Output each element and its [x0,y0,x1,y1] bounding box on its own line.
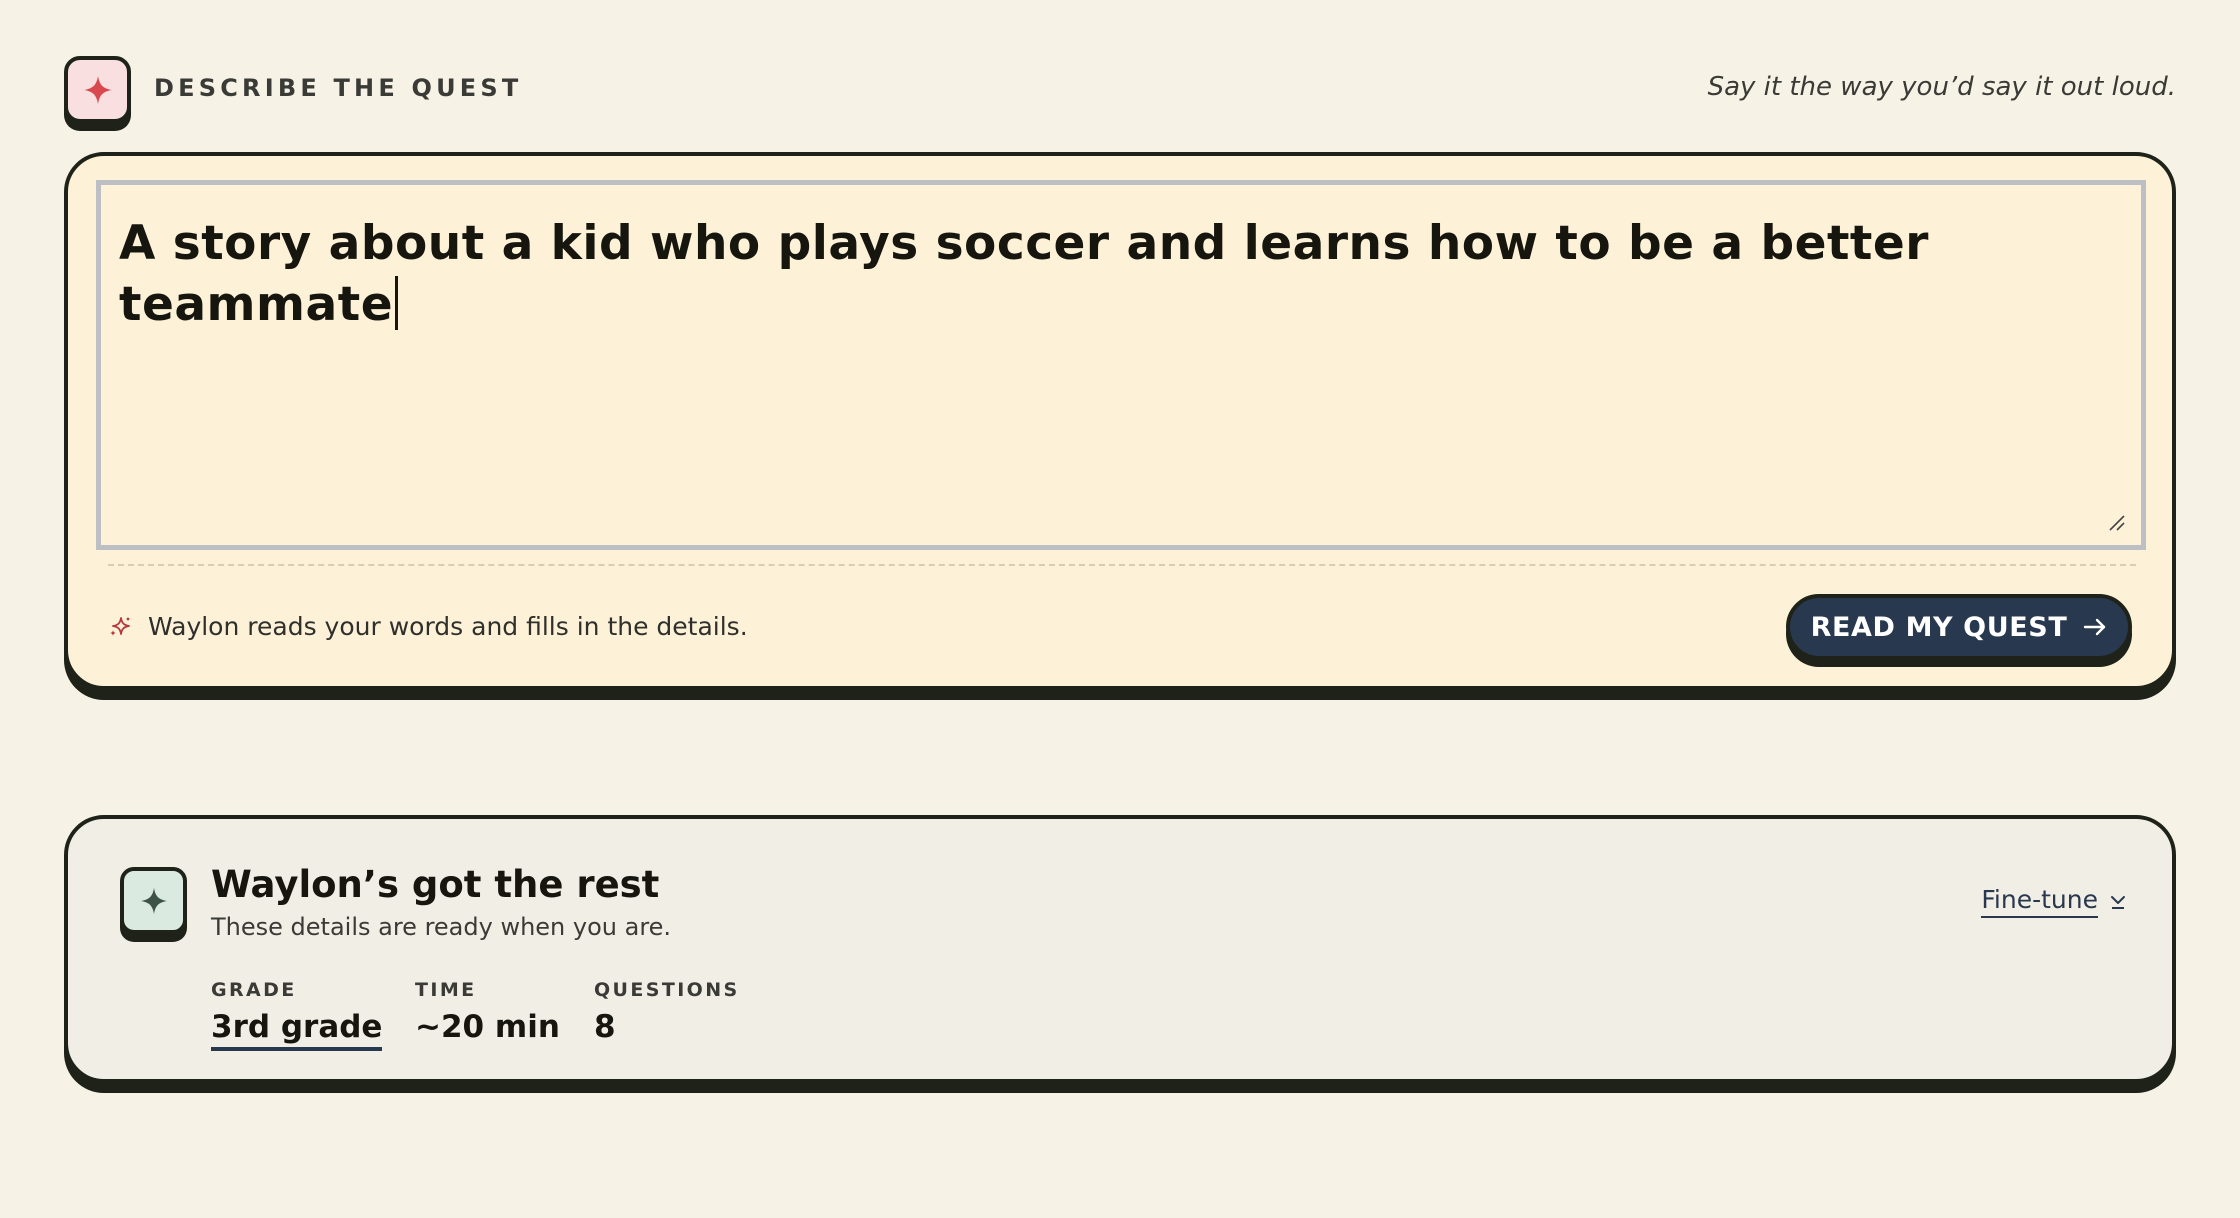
stat-questions-value: 8 [594,1009,616,1045]
chevron-down-icon [2111,895,2125,909]
stat-time-value: ~20 min [415,1009,560,1045]
quest-card: A story about a kid who plays soccer and… [64,152,2176,690]
quest-input-text: A story about a kid who plays soccer and… [119,216,1929,333]
stat-questions: QUESTIONS 8 [594,979,740,1045]
read-my-quest-label: READ MY QUEST [1810,611,2068,643]
helper-text: Waylon reads your words and fills in the… [148,612,748,641]
helper-row: Waylon reads your words and fills in the… [108,612,748,641]
sparkle-icon [83,75,112,104]
stat-time: TIME ~20 min [415,979,560,1045]
resize-grip-icon[interactable] [2107,513,2125,531]
fine-tune-toggle[interactable]: Fine-tune [1981,885,2126,918]
stat-grade[interactable]: GRADE 3rd grade [211,979,383,1051]
stat-questions-label: QUESTIONS [594,979,740,1001]
details-sparkle-badge [120,867,187,934]
divider [108,564,2136,566]
arrow-right-icon [2084,618,2106,636]
read-my-quest-button[interactable]: READ MY QUEST [1786,594,2132,660]
stat-grade-label: GRADE [211,979,297,1001]
section-hint: Say it the way you’d say it out loud. [1707,72,2176,102]
quest-sparkle-badge [64,56,131,123]
section-label: DESCRIBE THE QUEST [154,74,523,102]
sparkle-icon [140,887,167,914]
stat-grade-value[interactable]: 3rd grade [211,1009,383,1051]
quest-description-input[interactable]: A story about a kid who plays soccer and… [96,180,2146,550]
sparkles-icon [110,616,130,636]
text-caret [395,276,399,331]
details-card: Waylon’s got the rest These details are … [64,815,2176,1083]
fine-tune-label: Fine-tune [1981,885,2098,918]
details-title: Waylon’s got the rest [211,863,660,906]
stat-time-label: TIME [415,979,477,1001]
details-subtitle: These details are ready when you are. [211,913,672,941]
